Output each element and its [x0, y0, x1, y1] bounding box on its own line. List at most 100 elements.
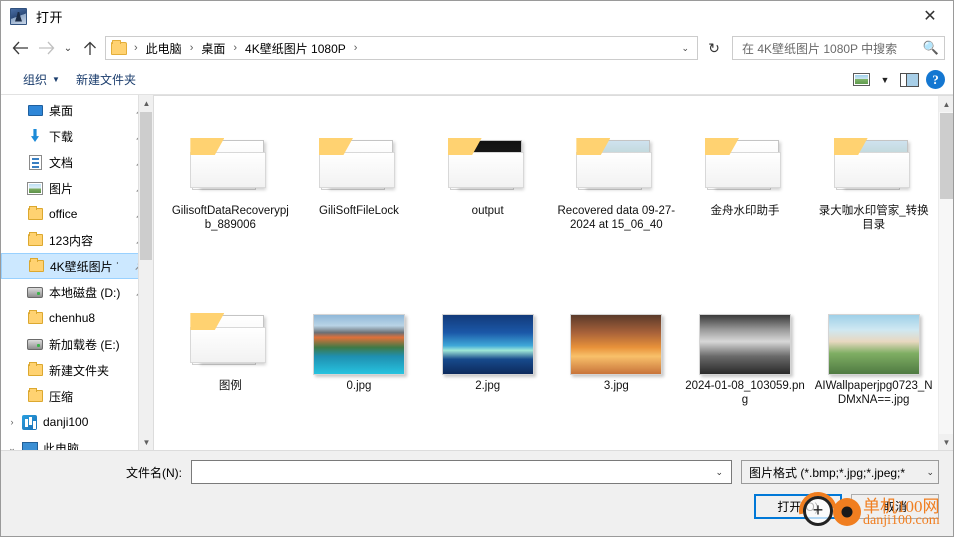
thumbnail [170, 279, 291, 375]
breadcrumb-item-desktop[interactable]: 桌面 [199, 38, 227, 59]
file-scroll-down-icon[interactable]: ▼ [939, 434, 953, 450]
breadcrumb[interactable]: › 此电脑 › 桌面 › 4K壁纸图片 1080P › ⌄ [105, 36, 698, 60]
file-name-label: 录大咖水印管家_转换目录 [818, 205, 929, 231]
thumbnail [813, 104, 934, 200]
sidebar-list: 桌面下载文档图片 office 123内容 4K壁纸图片 ˙ 本地磁盘 (D:) chen… [1, 97, 153, 450]
folder-item[interactable]: output [423, 104, 552, 279]
sidebar-item-10[interactable]: 新建文件夹 [1, 357, 153, 383]
breadcrumb-item-current-folder[interactable]: 4K壁纸图片 1080P [243, 38, 348, 59]
open-file-dialog: 打开 ✕ ⌄ › 此电脑 › 桌面 › 4K壁纸图片 1080P › ⌄ ↻ 在… [0, 0, 954, 537]
folder-item[interactable]: GiliSoftFileLock [295, 104, 424, 279]
file-scroll-up-icon[interactable]: ▲ [939, 96, 953, 112]
folder-item[interactable]: 图例 [166, 279, 295, 450]
search-input[interactable]: 在 4K壁纸图片 1080P 中搜索 [742, 40, 923, 57]
open-button[interactable]: 打开(O) [754, 494, 842, 519]
file-grid: GilisoftDataRecoverypjb_889006 GiliSoftFi… [154, 96, 938, 450]
forward-icon[interactable] [33, 35, 59, 61]
filename-input[interactable]: ⌄ [191, 460, 732, 484]
sidebar-item-11[interactable]: 压缩 [1, 383, 153, 409]
folder-icon [25, 388, 45, 402]
file-name-label: 3.jpg [603, 380, 629, 392]
sidebar-item-9[interactable]: 新加载卷 (E:) [1, 331, 153, 357]
help-icon[interactable]: ? [926, 70, 945, 89]
sidebar-item-3[interactable]: 图片 [1, 175, 153, 201]
sidebar-item-8[interactable]: chenhu8 [1, 305, 153, 331]
app-icon [10, 7, 27, 25]
close-icon[interactable]: ✕ [907, 1, 953, 31]
sidebar-item-1[interactable]: 下载 [1, 123, 153, 149]
folder-icon [440, 138, 536, 200]
organize-button[interactable]: 组织 ▼ [15, 67, 68, 92]
expander-icon[interactable]: ⌄ [5, 443, 19, 451]
window-title: 打开 [36, 9, 64, 25]
breadcrumb-dropdown-icon[interactable]: ⌄ [675, 43, 695, 54]
sidebar-item-7[interactable]: 本地磁盘 (D:) [1, 279, 153, 305]
folder-icon [182, 313, 278, 375]
sidebar-item-label: 此电脑 [43, 441, 80, 451]
footer-buttons: 打开(O) 取消 [1, 494, 939, 519]
pictures-icon [25, 181, 45, 195]
file-name-label: 2.jpg [475, 380, 501, 392]
search-box[interactable]: 在 4K壁纸图片 1080P 中搜索 🔍 [732, 36, 945, 60]
file-type-value: 图片格式 (*.bmp;*.jpg;*.jpeg;* [749, 465, 906, 480]
sidebar-item-label: 新建文件夹 [49, 363, 110, 378]
new-folder-button[interactable]: 新建文件夹 [68, 67, 144, 92]
refresh-icon[interactable]: ↻ [702, 36, 726, 60]
image-thumbnail [312, 314, 405, 375]
sidebar-scroll-thumb[interactable] [140, 112, 152, 260]
sidebar-item-label: 本地磁盘 (D:) [49, 285, 121, 300]
file-name-label: output [471, 205, 504, 217]
file-name-label: AIWallpaperjpg0723_NDMxNA==.jpg [814, 380, 933, 406]
filename-row: 文件名(N): ⌄ 图片格式 (*.bmp;*.jpg;*.jpeg;* ⌄ [1, 459, 939, 485]
view-thumbnails-icon [852, 73, 870, 86]
file-item[interactable]: 2.jpg [423, 279, 552, 450]
folder-item[interactable]: 录大咖水印管家_转换目录 [809, 104, 938, 279]
preview-pane-button[interactable] [896, 69, 922, 91]
sidebar-item-12[interactable]: › danji100 [1, 409, 153, 435]
breadcrumb-item-this-pc[interactable]: 此电脑 [144, 38, 184, 59]
file-item[interactable]: 3.jpg [552, 279, 681, 450]
sidebar-scrollbar[interactable]: ▲ ▼ [138, 95, 153, 450]
document-icon [25, 154, 45, 170]
sidebar-item-label: 4K壁纸图片 ˙ [50, 259, 121, 274]
file-item[interactable]: 0.jpg [295, 279, 424, 450]
cancel-button[interactable]: 取消 [851, 494, 939, 519]
app-icon [19, 414, 39, 430]
new-folder-label: 新建文件夹 [75, 73, 136, 87]
file-item[interactable]: AIWallpaperjpg0723_NDMxNA==.jpg [809, 279, 938, 450]
folder-item[interactable]: Recovered data 09-27-2024 at 15_06_40 [552, 104, 681, 279]
folder-icon [182, 138, 278, 200]
scroll-down-icon[interactable]: ▼ [139, 434, 153, 450]
sidebar-item-4[interactable]: office [1, 201, 153, 227]
view-dropdown-icon[interactable]: ▼ [878, 75, 892, 85]
file-scroll-thumb[interactable] [940, 113, 953, 199]
command-toolbar: 组织 ▼ 新建文件夹 ▼ ? [1, 65, 953, 95]
file-name-label: Recovered data 09-27-2024 at 15_06_40 [557, 205, 676, 231]
back-icon[interactable] [7, 35, 33, 61]
folder-item[interactable]: GilisoftDataRecoverypjb_889006 [166, 104, 295, 279]
filename-dropdown-icon[interactable]: ⌄ [709, 467, 729, 478]
change-view-button[interactable] [848, 69, 874, 91]
sidebar-item-2[interactable]: 文档 [1, 149, 153, 175]
file-name-label: GiliSoftFileLock [319, 205, 399, 217]
file-type-select[interactable]: 图片格式 (*.bmp;*.jpg;*.jpeg;* ⌄ [741, 460, 939, 484]
sidebar-item-5[interactable]: 123内容 [1, 227, 153, 253]
file-pane-scrollbar[interactable]: ▲ ▼ [938, 96, 953, 450]
scroll-up-icon[interactable]: ▲ [139, 95, 153, 111]
dialog-footer: 文件名(N): ⌄ 图片格式 (*.bmp;*.jpg;*.jpeg;* ⌄ 打… [1, 450, 953, 537]
sidebar-item-13[interactable]: ⌄ 此电脑 [1, 435, 153, 450]
up-icon[interactable] [77, 35, 103, 61]
folder-icon [25, 232, 45, 246]
folder-icon [568, 138, 664, 200]
sidebar-item-0[interactable]: 桌面 [1, 97, 153, 123]
navigation-bar: ⌄ › 此电脑 › 桌面 › 4K壁纸图片 1080P › ⌄ ↻ 在 4K壁纸… [1, 31, 953, 65]
sidebar-item-label: office [49, 207, 78, 221]
folder-item[interactable]: 金舟水印助手 [681, 104, 810, 279]
expander-icon[interactable]: › [5, 417, 19, 427]
sidebar-item-label: 图片 [49, 181, 74, 196]
dialog-body: 桌面下载文档图片 office 123内容 4K壁纸图片 ˙ 本地磁盘 (D:) chen… [1, 95, 953, 450]
file-item[interactable]: 2024-01-08_103059.png [681, 279, 810, 450]
recent-locations-icon[interactable]: ⌄ [59, 35, 77, 61]
sidebar-item-label: 下载 [49, 129, 74, 144]
sidebar-item-6[interactable]: 4K壁纸图片 ˙ [1, 253, 153, 279]
